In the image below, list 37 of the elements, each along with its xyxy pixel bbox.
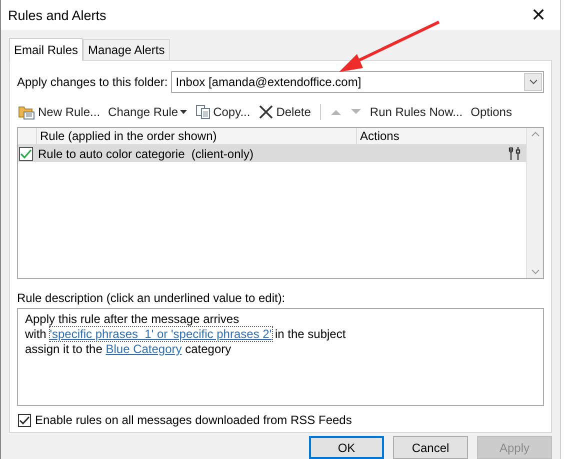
window-title: Rules and Alerts bbox=[8, 8, 106, 22]
check-icon bbox=[20, 148, 32, 158]
rule-row[interactable]: Rule to auto color categorie (client-only) bbox=[18, 145, 526, 162]
scrollbar[interactable] bbox=[526, 128, 543, 278]
toolbar-button[interactable]: Run Rules Now... bbox=[368, 105, 464, 119]
rule-value-link[interactable]: Blue Category bbox=[106, 342, 182, 356]
new-rule-icon bbox=[18, 104, 36, 120]
rule-checkbox[interactable] bbox=[19, 146, 33, 160]
description-label: Rule description (click an underlined value to edit): bbox=[17, 291, 286, 307]
new-rule-button[interactable]: New Rule... bbox=[17, 104, 102, 120]
description-line: assign it to the Blue Category category bbox=[25, 342, 232, 357]
column-header[interactable]: Actions bbox=[357, 128, 526, 144]
description-line: with 'specific phrases 1' or 'specific phrases 2' in the subject bbox=[25, 327, 347, 342]
copy-button[interactable]: Copy... bbox=[194, 104, 252, 120]
check-icon bbox=[19, 416, 30, 424]
copy-icon bbox=[195, 104, 212, 120]
toolbar-button[interactable]: Options bbox=[470, 105, 513, 119]
tools-icon[interactable] bbox=[508, 146, 522, 161]
rss-option-label: Enable rules on all messages downloaded from RSS Feeds bbox=[35, 413, 352, 427]
folder-dropdown[interactable]: Inbox [amanda@extendoffice.com] bbox=[170, 71, 544, 93]
folder-value: Inbox [amanda@extendoffice.com] bbox=[176, 75, 362, 89]
dialog-button[interactable]: Cancel bbox=[393, 436, 468, 459]
tab[interactable]: Manage Alerts bbox=[83, 39, 170, 60]
folder-label: Apply changes to this folder: bbox=[17, 75, 168, 89]
description-line: Apply this rule after the message arrives bbox=[25, 312, 240, 327]
tab[interactable]: Email Rules bbox=[9, 38, 84, 61]
rss-checkbox[interactable] bbox=[18, 414, 31, 426]
rule-value-link[interactable]: 'specific phrases 1' or 'specific phrases 2' bbox=[50, 327, 272, 341]
column-header[interactable]: Rule (applied in the order shown) bbox=[37, 128, 357, 144]
dialog-button[interactable]: OK bbox=[309, 436, 384, 459]
scroll-up-icon[interactable] bbox=[530, 131, 540, 137]
scroll-down-icon[interactable] bbox=[530, 269, 540, 275]
delete-button[interactable]: Delete bbox=[257, 104, 312, 120]
change-rule-button[interactable]: Change Rule bbox=[107, 105, 188, 119]
caret-icon bbox=[180, 110, 188, 114]
close-button[interactable]: ✕ bbox=[527, 4, 550, 26]
delete-icon bbox=[258, 104, 274, 120]
